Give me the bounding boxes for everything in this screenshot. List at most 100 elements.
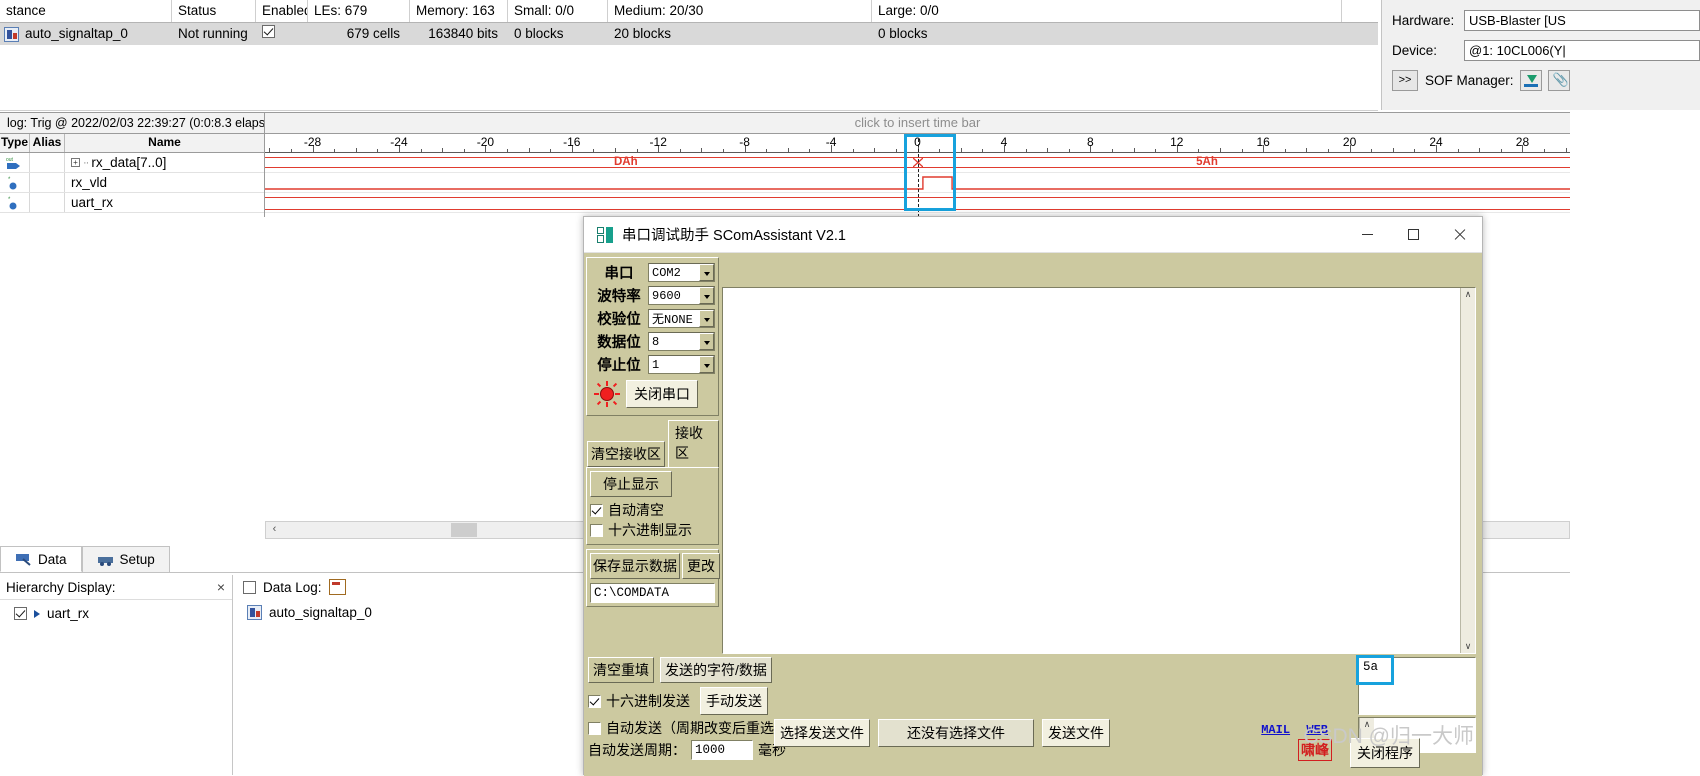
toggle-port-button[interactable]: 关闭串口 xyxy=(626,380,698,408)
instance-status-cell: Not running xyxy=(172,23,256,45)
attach-file-icon[interactable] xyxy=(1548,70,1570,91)
signal-icon: * xyxy=(0,193,30,212)
receive-text-content[interactable] xyxy=(723,288,1460,653)
expand-button[interactable]: >> xyxy=(1392,70,1418,91)
waveform-log-bar: log: Trig @ 2022/02/03 22:39:27 (0:0:8.3… xyxy=(0,112,1570,134)
list-item[interactable]: out +·· rx_data[7..0] xyxy=(0,153,264,173)
expand-triangle-icon[interactable] xyxy=(34,610,40,618)
send-textarea[interactable]: 5a xyxy=(1358,657,1476,715)
axis-tick-label: 12 xyxy=(1170,135,1183,149)
list-item[interactable]: * rx_vld xyxy=(0,173,264,193)
data-tab-icon xyxy=(15,552,32,566)
close-icon[interactable]: × xyxy=(217,580,225,594)
data-log-icon[interactable] xyxy=(329,579,346,595)
instance-enabled-cell[interactable] xyxy=(256,23,308,45)
chevron-down-icon[interactable] xyxy=(699,264,714,281)
alias-cell[interactable] xyxy=(30,153,65,172)
chevron-down-icon[interactable] xyxy=(699,287,714,304)
dialog-title: 串口调试助手 SComAssistant V2.1 xyxy=(622,224,1344,245)
program-device-icon[interactable] xyxy=(1520,70,1542,91)
axis-tick-label: -4 xyxy=(826,135,837,149)
stop-display-button[interactable]: 停止显示 xyxy=(590,471,672,497)
maximize-button[interactable] xyxy=(1390,218,1436,252)
close-button[interactable] xyxy=(1436,218,1482,252)
receive-scrollbar[interactable]: ∧ ∨ xyxy=(1460,288,1475,653)
auto-clear-checkbox[interactable] xyxy=(590,504,603,517)
sof-manager-label: SOF Manager: xyxy=(1425,73,1514,88)
axis-tick-label: 24 xyxy=(1429,135,1442,149)
chevron-down-icon[interactable] xyxy=(699,333,714,350)
mail-link[interactable]: MAIL xyxy=(1261,723,1290,737)
signal-name-label[interactable]: +·· rx_data[7..0] xyxy=(65,155,264,170)
table-row[interactable]: auto_signaltap_0 Not running 679 cells 1… xyxy=(0,23,1378,45)
hierarchy-checkbox[interactable] xyxy=(14,607,27,620)
chevron-down-icon[interactable] xyxy=(699,356,714,373)
list-item[interactable]: auto_signaltap_0 xyxy=(235,599,580,620)
column-header-small[interactable]: Small: 0/0 xyxy=(508,0,608,22)
hex-display-option[interactable]: 十六进制显示 xyxy=(590,520,715,540)
column-header-status[interactable]: Status xyxy=(172,0,256,22)
recv-tab-row: 清空接收区 接收区 xyxy=(587,420,719,467)
column-header-enabled[interactable]: Enabled xyxy=(256,0,308,22)
signal-name-label[interactable]: uart_rx xyxy=(65,195,264,210)
save-data-button[interactable]: 保存显示数据 xyxy=(590,553,680,579)
dialog-title-bar[interactable]: 串口调试助手 SComAssistant V2.1 xyxy=(584,217,1482,253)
parity-select[interactable]: 无NONE xyxy=(648,309,715,328)
enabled-checkbox[interactable] xyxy=(262,25,275,38)
bus-value-label: DAh xyxy=(614,156,638,168)
insert-time-bar-hint[interactable]: click to insert time bar xyxy=(265,113,1570,133)
data-log-checkbox[interactable] xyxy=(243,581,256,594)
port-value: COM2 xyxy=(649,266,699,280)
column-header-type[interactable]: Type xyxy=(0,134,30,152)
port-select[interactable]: COM2 xyxy=(648,263,715,282)
axis-tick-label: -24 xyxy=(390,135,407,149)
column-header-memory[interactable]: Memory: 163 xyxy=(410,0,508,22)
auto-clear-option[interactable]: 自动清空 xyxy=(590,500,715,520)
change-path-button[interactable]: 更改 xyxy=(682,553,720,579)
column-header-large[interactable]: Large: 0/0 xyxy=(872,0,1342,22)
output-bus-glyph: out xyxy=(4,155,24,170)
column-header-name[interactable]: Name xyxy=(65,134,264,152)
instance-name-cell[interactable]: auto_signaltap_0 xyxy=(0,23,172,45)
tab-data[interactable]: Data xyxy=(0,546,82,572)
scrollbar-thumb[interactable] xyxy=(451,523,477,537)
alias-cell[interactable] xyxy=(30,193,65,212)
stopbits-select[interactable]: 1 xyxy=(648,355,715,374)
time-cursor[interactable] xyxy=(918,134,919,217)
expand-plus-icon[interactable]: + xyxy=(71,158,80,167)
minimize-button[interactable] xyxy=(1344,218,1390,252)
device-select[interactable]: @1: 10CL006(Y| xyxy=(1464,40,1700,61)
chevron-down-icon[interactable] xyxy=(699,310,714,327)
waveform-canvas[interactable]: -28-24-20-16-12-8-40481216202428 DAh 5Ah xyxy=(265,134,1570,217)
clear-refill-button[interactable]: 清空重填 xyxy=(588,657,654,683)
trigger-log-label[interactable]: log: Trig @ 2022/02/03 22:39:27 (0:0:8.3… xyxy=(0,113,265,133)
baud-select[interactable]: 9600 xyxy=(648,286,715,305)
column-header-instance[interactable]: stance xyxy=(0,0,172,22)
save-path-field[interactable]: C:\COMDATA xyxy=(590,583,715,603)
tab-setup[interactable]: Setup xyxy=(82,546,170,572)
databits-select[interactable]: 8 xyxy=(648,332,715,351)
send-input-value[interactable]: 5a xyxy=(1359,658,1378,714)
manual-send-button[interactable]: 手动发送 xyxy=(700,687,768,715)
clear-recv-button[interactable]: 清空接收区 xyxy=(587,441,665,467)
hex-display-checkbox[interactable] xyxy=(590,524,603,537)
column-header-les[interactable]: LEs: 679 xyxy=(308,0,410,22)
hierarchy-header: Hierarchy Display: × xyxy=(0,575,232,600)
list-item[interactable]: uart_rx xyxy=(0,600,232,621)
hex-send-option[interactable]: 十六进制发送 xyxy=(588,691,690,711)
scroll-up-arrow[interactable]: ∧ xyxy=(1465,288,1472,301)
receive-textarea[interactable]: ∧ ∨ xyxy=(722,287,1476,654)
signal-name-label[interactable]: rx_vld xyxy=(65,175,264,190)
alias-cell[interactable] xyxy=(30,173,65,192)
hex-send-checkbox[interactable] xyxy=(588,695,601,708)
baud-value: 9600 xyxy=(649,289,699,303)
recv-area-tab[interactable]: 接收区 xyxy=(668,420,719,467)
column-header-alias[interactable]: Alias xyxy=(30,134,65,152)
hardware-select[interactable]: USB-Blaster [US xyxy=(1464,10,1700,31)
instance-name-label: auto_signaltap_0 xyxy=(25,23,128,45)
data-log-panel: Data Log: auto_signaltap_0 xyxy=(235,575,580,775)
scroll-down-arrow[interactable]: ∨ xyxy=(1465,640,1472,653)
scroll-left-arrow[interactable]: ‹ xyxy=(266,522,283,538)
list-item[interactable]: * uart_rx xyxy=(0,193,264,213)
column-header-medium[interactable]: Medium: 20/30 xyxy=(608,0,872,22)
